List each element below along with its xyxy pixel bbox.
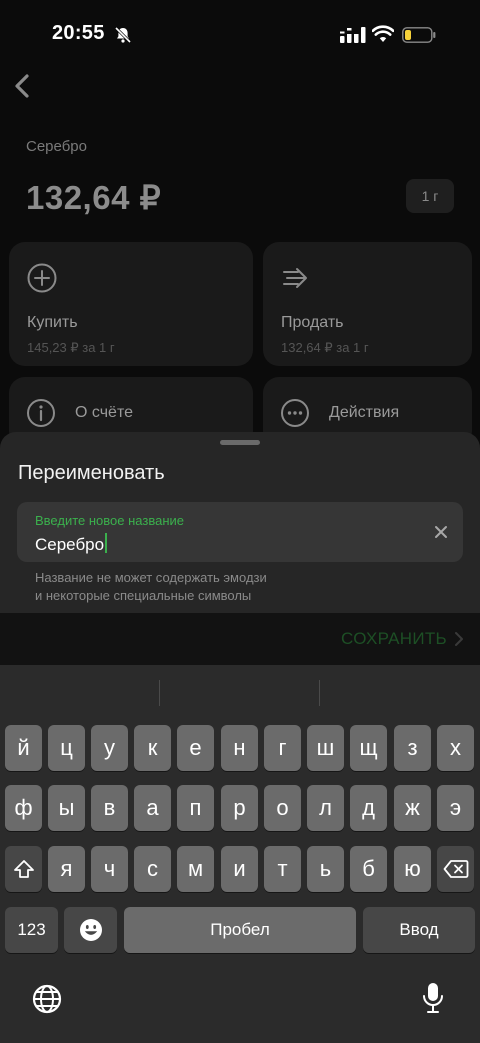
microphone-icon[interactable]	[421, 981, 445, 1015]
buy-price: 145,23 ₽ за 1 г	[27, 340, 115, 355]
key-б[interactable]: б	[350, 846, 387, 892]
unit-chip[interactable]: 1 г	[406, 179, 454, 213]
emoji-icon	[79, 919, 102, 941]
key-л[interactable]: л	[307, 785, 344, 831]
key-ф[interactable]: ф	[5, 785, 42, 831]
backspace-key[interactable]	[437, 846, 474, 892]
key-к[interactable]: к	[134, 725, 171, 771]
info-icon	[27, 399, 55, 427]
rename-sheet: Переименовать Введите новое название Сер…	[0, 432, 480, 613]
asset-name: Серебро	[26, 138, 87, 155]
key-в[interactable]: в	[91, 785, 128, 831]
plus-circle-icon	[27, 263, 57, 293]
key-ч[interactable]: ч	[91, 846, 128, 892]
suggestion-divider	[159, 680, 160, 706]
key-м[interactable]: м	[177, 846, 214, 892]
suggestion-divider	[319, 680, 320, 706]
key-и[interactable]: и	[221, 846, 258, 892]
keyboard: й ц у к е н г ш щ з х ф ы в а п р о л д …	[0, 665, 480, 1043]
clear-icon[interactable]	[433, 524, 449, 540]
key-щ[interactable]: щ	[350, 725, 387, 771]
key-ь[interactable]: ь	[307, 846, 344, 892]
name-input[interactable]: Введите новое название Серебро	[17, 502, 463, 562]
sheet-grabber[interactable]	[220, 440, 260, 445]
actions-label: Действия	[329, 404, 400, 421]
key-э[interactable]: э	[437, 785, 474, 831]
text-caret	[105, 533, 108, 553]
asset-price: 132,64 ₽	[26, 179, 162, 216]
buy-title: Купить	[27, 314, 78, 331]
arrow-right-icon	[283, 268, 307, 288]
key-д[interactable]: д	[350, 785, 387, 831]
key-г[interactable]: г	[264, 725, 301, 771]
input-hint: Название не может содержать эмодзи и нек…	[35, 569, 267, 605]
back-chevron-icon[interactable]	[12, 72, 32, 100]
hint-line-1: Название не может содержать эмодзи	[35, 570, 267, 585]
key-й[interactable]: й	[5, 725, 42, 771]
key-о[interactable]: о	[264, 785, 301, 831]
name-input-label: Введите новое название	[35, 513, 184, 528]
key-ц[interactable]: ц	[48, 725, 85, 771]
key-ы[interactable]: ы	[48, 785, 85, 831]
key-а[interactable]: а	[134, 785, 171, 831]
key-п[interactable]: п	[177, 785, 214, 831]
sell-title: Продать	[281, 314, 344, 331]
key-у[interactable]: у	[91, 725, 128, 771]
return-key[interactable]: Ввод	[363, 907, 475, 953]
shift-key[interactable]	[5, 846, 42, 892]
key-е[interactable]: е	[177, 725, 214, 771]
key-н[interactable]: н	[221, 725, 258, 771]
backspace-icon	[443, 860, 468, 878]
chevron-right-icon	[455, 632, 463, 646]
emoji-key[interactable]	[64, 907, 117, 953]
shift-icon	[13, 860, 34, 878]
key-с[interactable]: с	[134, 846, 171, 892]
key-з[interactable]: з	[394, 725, 431, 771]
account-info-label: О счёте	[75, 404, 133, 421]
buy-card[interactable]: Купить 145,23 ₽ за 1 г	[9, 242, 253, 366]
space-key[interactable]: Пробел	[124, 907, 356, 953]
save-bar: СОХРАНИТЬ	[0, 613, 480, 665]
key-ю[interactable]: ю	[394, 846, 431, 892]
key-ж[interactable]: ж	[394, 785, 431, 831]
sell-card[interactable]: Продать 132,64 ₽ за 1 г	[263, 242, 472, 366]
key-р[interactable]: р	[221, 785, 258, 831]
key-т[interactable]: т	[264, 846, 301, 892]
more-dots-icon	[281, 399, 309, 427]
sheet-title: Переименовать	[18, 462, 165, 484]
globe-icon[interactable]	[31, 983, 63, 1015]
name-input-value[interactable]: Серебро	[35, 533, 108, 555]
hint-line-2: и некоторые специальные символы	[35, 588, 252, 603]
key-я[interactable]: я	[48, 846, 85, 892]
key-ш[interactable]: ш	[307, 725, 344, 771]
save-button[interactable]: СОХРАНИТЬ	[341, 629, 447, 649]
key-х[interactable]: х	[437, 725, 474, 771]
sell-price: 132,64 ₽ за 1 г	[281, 340, 369, 355]
numbers-key[interactable]: 123	[5, 907, 58, 953]
